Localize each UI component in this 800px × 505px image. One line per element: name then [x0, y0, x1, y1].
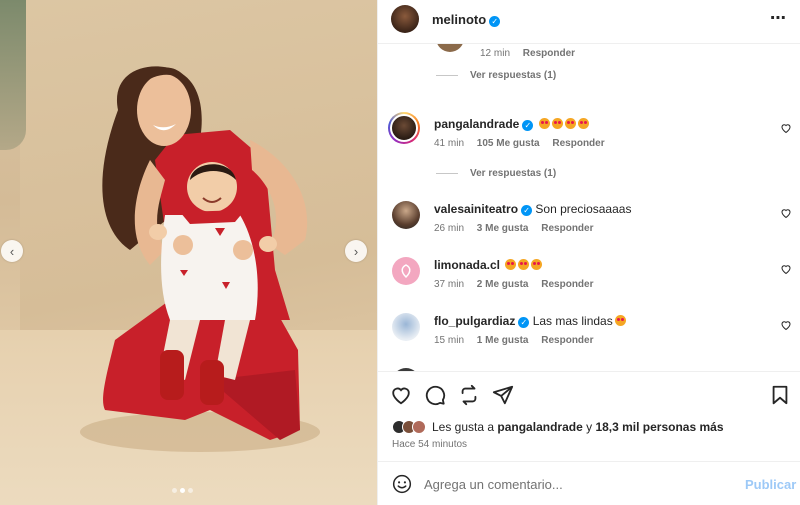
photo-subject	[80, 66, 320, 452]
verified-badge-icon: ✓	[522, 120, 534, 131]
carousel-dot	[188, 488, 193, 493]
commenter-avatar[interactable]	[436, 44, 464, 52]
comment-username[interactable]: pangalandrade	[434, 117, 519, 131]
chevron-left-icon: ‹	[9, 243, 15, 259]
comment-text: pangalandrade ✓	[434, 117, 589, 131]
likes-connector: y	[586, 420, 593, 434]
view-replies-button[interactable]: Ver respuestas (1)	[436, 70, 556, 81]
comment-time[interactable]: 15 min	[434, 335, 464, 346]
like-comment-heart-icon[interactable]	[780, 122, 792, 134]
verified-badge-icon: ✓	[489, 16, 501, 27]
comment-body: Las mas lindas	[532, 314, 613, 328]
likes-prefix: Les gusta a	[432, 420, 495, 434]
carousel-indicator	[172, 488, 193, 493]
comment-meta: 15 min 1 Me gusta Responder	[434, 335, 594, 346]
liker-avatar	[412, 420, 426, 434]
heart-eyes-emoji-icon	[564, 118, 576, 129]
publish-button[interactable]: Publicar	[745, 477, 796, 492]
bookmark-icon[interactable]	[769, 384, 791, 406]
comment-username[interactable]: flo_pulgardiaz	[434, 314, 515, 328]
post-header: melinoto ✓ ⋯	[378, 0, 800, 44]
chevron-right-icon: ›	[353, 243, 359, 259]
send-icon[interactable]	[492, 384, 514, 406]
comment-likes[interactable]: 1 Me gusta	[477, 335, 529, 346]
likes-others-link[interactable]: 18,3 mil personas más	[595, 420, 723, 434]
post-actions: Les gusta a pangalandrade y 18,3 mil per…	[378, 371, 800, 461]
comment-likes[interactable]: 2 Me gusta	[477, 279, 529, 290]
heart-eyes-emoji-icon	[518, 259, 530, 270]
heart-eyes-emoji-icon	[551, 118, 563, 129]
comment-username[interactable]: limonada.cl	[434, 258, 500, 272]
emoji-picker-icon[interactable]	[392, 474, 412, 494]
post-timestamp[interactable]: Hace 54 minutos	[392, 439, 467, 450]
comment-text: valesainiteatro ✓ Son preciosaaaas	[434, 202, 631, 216]
comment-time[interactable]: 12 min	[480, 48, 510, 59]
author-username-text[interactable]: melinoto	[432, 12, 486, 27]
reply-button[interactable]: Responder	[552, 138, 604, 149]
carousel-dot-active	[180, 488, 185, 493]
comment-meta: 37 min 2 Me gusta Responder	[434, 279, 594, 290]
repost-icon[interactable]	[458, 384, 480, 406]
heart-icon[interactable]	[390, 384, 412, 406]
comment-body: Son preciosaaaas	[535, 202, 632, 216]
likes-text: Les gusta a pangalandrade y 18,3 mil per…	[432, 420, 724, 434]
like-comment-heart-icon[interactable]	[780, 319, 792, 331]
heart-eyes-emoji-icon	[577, 118, 589, 129]
reply-button[interactable]: Responder	[541, 335, 593, 346]
likes-user-link[interactable]: pangalandrade	[497, 420, 582, 434]
comment-likes[interactable]: 105 Me gusta	[477, 138, 540, 149]
commenter-avatar[interactable]	[392, 201, 420, 229]
comment-icon[interactable]	[424, 384, 446, 406]
comment-likes[interactable]: 3 Me gusta	[477, 223, 529, 234]
reply-button[interactable]: Responder	[523, 48, 575, 59]
comment-text: limonada.cl	[434, 258, 543, 272]
commenter-avatar[interactable]	[392, 313, 420, 341]
heart-eyes-emoji-icon	[538, 118, 550, 129]
previous-photo-button[interactable]: ‹	[1, 240, 23, 262]
reply-button[interactable]: Responder	[541, 279, 593, 290]
post-side-panel: melinoto ✓ ⋯ 12 min Responder Ver respues…	[377, 0, 800, 505]
comment-time[interactable]: 26 min	[434, 223, 464, 234]
comments-list[interactable]: 12 min Responder Ver respuestas (1) pang…	[378, 44, 800, 371]
comment-input[interactable]	[424, 474, 724, 494]
like-comment-heart-icon[interactable]	[780, 207, 792, 219]
lemon-logo-icon	[401, 264, 411, 279]
comment-time[interactable]: 37 min	[434, 279, 464, 290]
carousel-dot	[172, 488, 177, 493]
comment-time[interactable]: 41 min	[434, 138, 464, 149]
comment-meta: 26 min 3 Me gusta Responder	[434, 223, 594, 234]
author-avatar[interactable]	[391, 5, 419, 33]
commenter-avatar	[390, 114, 418, 142]
view-replies-button[interactable]: Ver respuestas (1)	[436, 168, 556, 179]
next-photo-button[interactable]: ›	[345, 240, 367, 262]
more-options-icon[interactable]: ⋯	[770, 8, 787, 28]
reply-button[interactable]: Responder	[541, 223, 593, 234]
likes-summary[interactable]: Les gusta a pangalandrade y 18,3 mil per…	[392, 419, 724, 435]
commenter-avatar-story-ring[interactable]	[388, 112, 420, 144]
verified-badge-icon: ✓	[521, 205, 533, 216]
commenter-avatar[interactable]	[392, 257, 420, 285]
heart-eyes-emoji-icon	[614, 315, 626, 326]
verified-badge-icon: ✓	[518, 317, 530, 328]
author-username[interactable]: melinoto ✓	[432, 12, 501, 27]
add-comment-bar: Publicar	[378, 461, 800, 505]
post-photo[interactable]: ‹ ›	[0, 0, 377, 505]
like-comment-heart-icon[interactable]	[780, 263, 792, 275]
comment-text: flo_pulgardiaz ✓ Las mas lindas	[434, 314, 626, 328]
heart-eyes-emoji-icon	[505, 259, 517, 270]
instagram-post-modal: ‹ › melinoto ✓ ⋯ 12 min Responder Ver re…	[0, 0, 800, 505]
comment-username[interactable]: valesainiteatro	[434, 202, 518, 216]
comment-meta: 41 min 105 Me gusta Responder	[434, 138, 605, 149]
comment-meta: 12 min Responder	[480, 48, 575, 59]
heart-eyes-emoji-icon	[531, 259, 543, 270]
